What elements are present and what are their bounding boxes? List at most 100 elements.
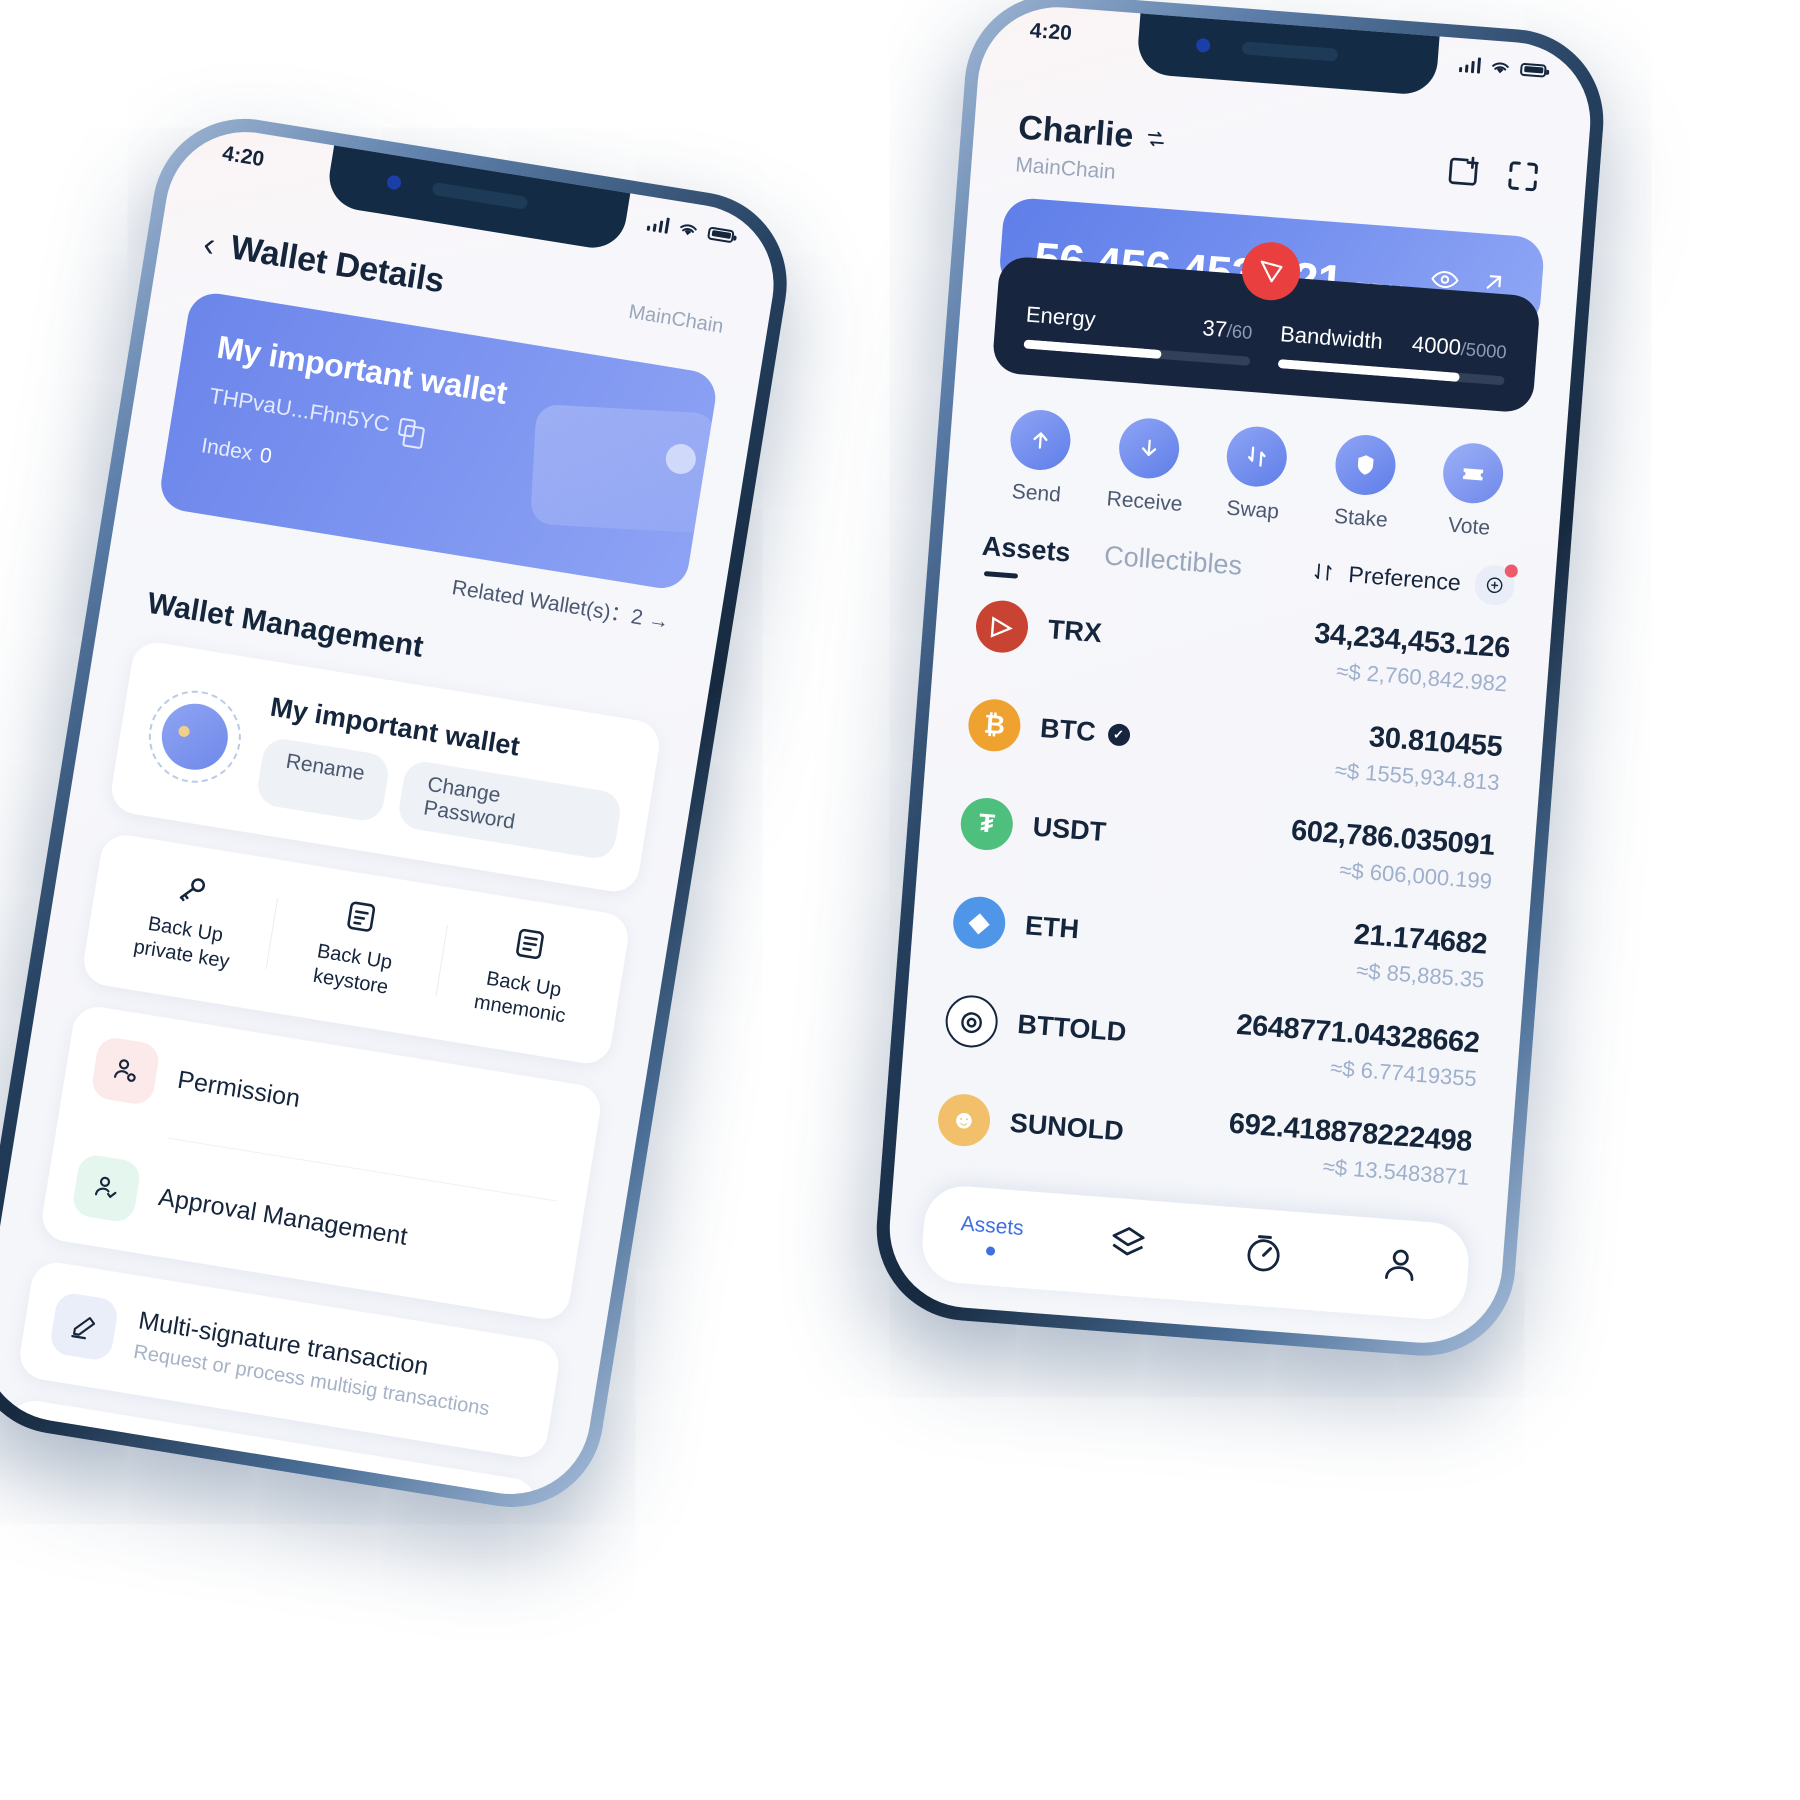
layers-icon xyxy=(1112,1227,1145,1256)
action-swap[interactable]: Swap xyxy=(1202,423,1309,526)
asset-symbol: ETH xyxy=(1024,910,1081,945)
bandwidth-label: Bandwidth xyxy=(1279,321,1384,354)
copy-icon[interactable] xyxy=(397,417,417,438)
tabbar-item-explore[interactable] xyxy=(1217,1228,1310,1284)
shield-icon xyxy=(1332,432,1398,498)
ticket-icon xyxy=(1440,441,1506,506)
chevron-left-icon[interactable]: ‹ xyxy=(201,225,218,264)
tabbar-item-assets[interactable]: Assets xyxy=(945,1211,1038,1259)
action-label-receive: Receive xyxy=(1105,487,1184,517)
assets-body: Charlie MainChain Energy 37/60 Bandwidth… xyxy=(884,1,1596,1348)
cellular-signal-icon xyxy=(646,215,670,234)
wallet-3d-icon xyxy=(529,403,717,534)
asset-amount: 21.174682 xyxy=(1352,918,1489,961)
add-wallet-icon[interactable] xyxy=(1443,151,1484,192)
related-wallets-label: Related Wallet(s)：2 xyxy=(450,576,645,630)
asset-amount: 30.810455 xyxy=(1367,721,1504,764)
asset-row[interactable]: ₮ USDT 602,786.035091 ≈$ 606,000.199 xyxy=(958,789,1496,895)
tabbar-item-layers[interactable] xyxy=(1081,1218,1174,1274)
coin-icon-trx: ▷ xyxy=(974,598,1030,655)
explore-icon xyxy=(1247,1235,1280,1272)
action-send[interactable]: Send xyxy=(986,406,1093,509)
battery-icon xyxy=(707,225,735,243)
bandwidth-used: 4000 xyxy=(1411,331,1462,360)
phone-right-assets: 4:20 Charlie MainChain Energy 37/60 Band… xyxy=(869,0,1611,1363)
wallet-avatar-icon xyxy=(142,683,248,790)
asset-usd-value: ≈$ 85,885.35 xyxy=(1355,957,1486,993)
bandwidth-progress-bar xyxy=(1277,359,1505,386)
status-time: 4:20 xyxy=(1028,19,1073,46)
menu-label-approval-management: Approval Management xyxy=(156,1182,410,1251)
rename-button[interactable]: Rename xyxy=(254,736,392,824)
coin-icon-btc: ₿ xyxy=(966,696,1023,753)
asset-symbol: TRX xyxy=(1046,614,1103,649)
action-label-swap: Swap xyxy=(1225,496,1280,524)
bandwidth-total: /5000 xyxy=(1460,338,1508,363)
swap-icon xyxy=(1224,424,1290,489)
wallet-address: THPvaU...Fhn5YC xyxy=(207,382,392,437)
energy-total: /60 xyxy=(1226,320,1254,343)
asset-symbol: SUNOLD xyxy=(1008,1107,1125,1147)
asset-usd-value: ≈$ 1555,934.813 xyxy=(1334,757,1501,796)
index-value: 0 xyxy=(258,443,274,469)
tab-assets[interactable]: Assets xyxy=(981,530,1072,568)
backup-private-key-button[interactable]: Back Up private key xyxy=(95,859,279,981)
add-token-icon[interactable] xyxy=(1473,563,1517,607)
backup-keystore-button[interactable]: Back Up keystore xyxy=(264,886,448,1008)
link-icon xyxy=(26,1429,98,1501)
pencil-icon xyxy=(48,1291,120,1363)
action-receive[interactable]: Receive xyxy=(1094,415,1201,518)
action-label-vote: Vote xyxy=(1447,513,1491,540)
chain-label: MainChain xyxy=(627,300,725,338)
left-screen: 4:20 ‹ Wallet Details MainChain My impor… xyxy=(0,120,786,1506)
battery-icon xyxy=(1519,62,1547,78)
right-screen: 4:20 Charlie MainChain Energy 37/60 Band… xyxy=(883,1,1597,1349)
asset-symbol: BTTOLD xyxy=(1016,1009,1128,1048)
coin-icon-bttold: ◎ xyxy=(943,993,1000,1049)
menu-label-permission: Permission xyxy=(175,1065,303,1113)
action-label-stake: Stake xyxy=(1333,504,1389,532)
backup-mnemonic-button[interactable]: Back Up mnemonic xyxy=(433,914,617,1036)
key-icon xyxy=(179,878,205,902)
energy-progress-bar xyxy=(1023,339,1251,366)
arrow-down-icon xyxy=(1116,416,1181,481)
phone-left-wallet-details: 4:20 ‹ Wallet Details MainChain My impor… xyxy=(0,105,801,1521)
arrow-up-icon xyxy=(1008,407,1073,473)
cellular-signal-icon xyxy=(1458,56,1482,74)
approval-user-check-icon xyxy=(70,1152,143,1224)
arrow-right-icon: → xyxy=(646,607,672,634)
energy-label: Energy xyxy=(1025,301,1097,332)
tabbar-item-profile[interactable] xyxy=(1353,1239,1446,1295)
wallet-details-body: ‹ Wallet Details MainChain My important … xyxy=(0,120,785,1506)
verified-badge-icon: ✓ xyxy=(1106,722,1131,747)
asset-row[interactable]: ◆ ETH 21.174682 ≈$ 85,885.35 xyxy=(951,888,1488,994)
scan-qr-icon[interactable] xyxy=(1503,156,1544,197)
tab-collectibles[interactable]: Collectibles xyxy=(1103,540,1243,582)
mnemonic-icon xyxy=(516,928,545,960)
asset-row[interactable]: ☻ SUNOLD 692.418878222498 ≈$ 13.5483871 xyxy=(936,1085,1473,1191)
action-vote[interactable]: Vote xyxy=(1418,440,1525,543)
assets-list: ▷ TRX 34,234,453.126 ≈$ 2,760,842.982 ₿ BTC ✓ 3… xyxy=(893,563,1553,1228)
resource-bandwidth: Bandwidth 4000/5000 xyxy=(1277,321,1508,386)
asset-row[interactable]: ₿ BTC ✓ 30.810455 ≈$ 1555,934.813 xyxy=(966,690,1503,796)
asset-symbol: USDT xyxy=(1031,811,1108,848)
wifi-icon xyxy=(680,224,697,236)
permission-user-icon xyxy=(89,1035,162,1107)
sort-icon[interactable] xyxy=(1312,560,1336,584)
active-dot xyxy=(985,1246,996,1256)
account-switcher[interactable]: Charlie xyxy=(1017,108,1169,158)
profile-icon xyxy=(1384,1249,1414,1281)
asset-row[interactable]: ▷ TRX 34,234,453.126 ≈$ 2,760,842.982 xyxy=(974,592,1511,698)
chain-label: MainChain xyxy=(1014,153,1117,184)
index-label: Index xyxy=(199,434,255,466)
asset-row[interactable]: ◎ BTTOLD 2648771.04328662 ≈$ 6.77419355 xyxy=(943,987,1481,1093)
preference-button[interactable]: Preference xyxy=(1348,561,1462,597)
tabbar-label-assets: Assets xyxy=(959,1212,1025,1241)
resource-energy: Energy 37/60 xyxy=(1023,302,1253,366)
asset-symbol: BTC ✓ xyxy=(1039,713,1131,751)
action-stake[interactable]: Stake xyxy=(1310,431,1417,534)
account-name: Charlie xyxy=(1016,108,1135,156)
action-label-send: Send xyxy=(1010,479,1062,507)
energy-used: 37 xyxy=(1201,315,1228,342)
coin-icon-eth: ◆ xyxy=(951,894,1008,951)
